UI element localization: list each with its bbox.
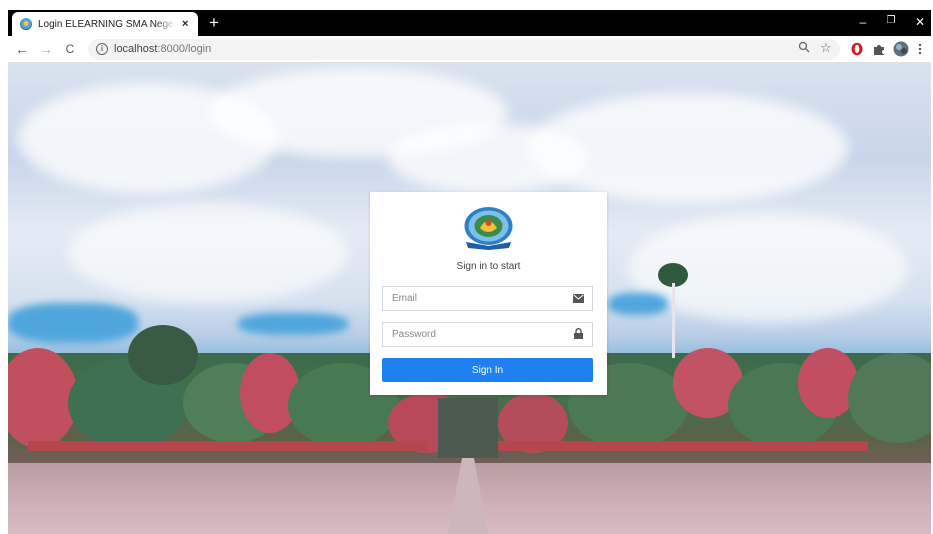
- url-text[interactable]: localhost:8000/login: [114, 43, 211, 55]
- window-edge-left: [0, 0, 8, 534]
- lock-icon: [574, 328, 583, 339]
- info-icon[interactable]: i: [96, 43, 108, 55]
- minimize-button[interactable]: –: [854, 15, 872, 29]
- browser-tab[interactable]: Login ELEARNING SMA Negeri 2 ×: [12, 12, 198, 36]
- opera-extension-icon[interactable]: [850, 42, 864, 56]
- browser-toolbar: ← → C i localhost:8000/login ☆: [8, 36, 931, 63]
- tab-strip: Login ELEARNING SMA Negeri 2 × + – ❐ ✕: [8, 10, 931, 36]
- page-background: Sign in to start Sign In: [8, 63, 931, 534]
- url-path: :8000/login: [157, 43, 212, 55]
- envelope-icon: [573, 294, 584, 303]
- sign-in-button[interactable]: Sign In: [382, 358, 593, 382]
- restore-button[interactable]: ❐: [882, 15, 900, 26]
- cloud: [388, 123, 588, 193]
- building-railing: [28, 441, 428, 451]
- palm-trunk: [672, 283, 675, 358]
- email-field[interactable]: [382, 286, 593, 311]
- password-input[interactable]: [383, 323, 563, 346]
- reload-button[interactable]: C: [62, 41, 78, 57]
- browser-window: Login ELEARNING SMA Negeri 2 × + – ❐ ✕ ←…: [0, 0, 933, 534]
- school-logo-icon: [464, 207, 513, 250]
- login-card: Sign in to start Sign In: [370, 192, 607, 395]
- puzzle-extension-icon[interactable]: [872, 42, 886, 56]
- tab-close-button[interactable]: ×: [182, 18, 188, 30]
- login-subtitle: Sign in to start: [456, 261, 521, 272]
- star-icon[interactable]: ☆: [820, 40, 832, 56]
- close-window-button[interactable]: ✕: [911, 15, 929, 29]
- url-host: localhost: [114, 43, 158, 55]
- email-input[interactable]: [383, 287, 563, 310]
- blue-sky-patch: [8, 303, 138, 343]
- zoom-icon[interactable]: [798, 41, 810, 56]
- cloud: [68, 203, 348, 303]
- password-field[interactable]: [382, 322, 593, 347]
- school-logo-icon: [20, 18, 32, 30]
- kebab-menu-icon[interactable]: [917, 42, 923, 56]
- building-railing: [488, 441, 868, 451]
- tree: [128, 325, 198, 385]
- back-button[interactable]: ←: [14, 41, 30, 57]
- address-bar[interactable]: i localhost:8000/login ☆: [88, 39, 840, 60]
- blue-sky-patch: [608, 293, 668, 315]
- avatar-icon[interactable]: [893, 41, 909, 57]
- school-gate: [438, 398, 498, 458]
- forward-button[interactable]: →: [38, 41, 54, 57]
- new-tab-button[interactable]: +: [204, 13, 224, 33]
- tab-title: Login ELEARNING SMA Negeri 2: [38, 18, 176, 30]
- blue-sky-patch: [238, 313, 348, 335]
